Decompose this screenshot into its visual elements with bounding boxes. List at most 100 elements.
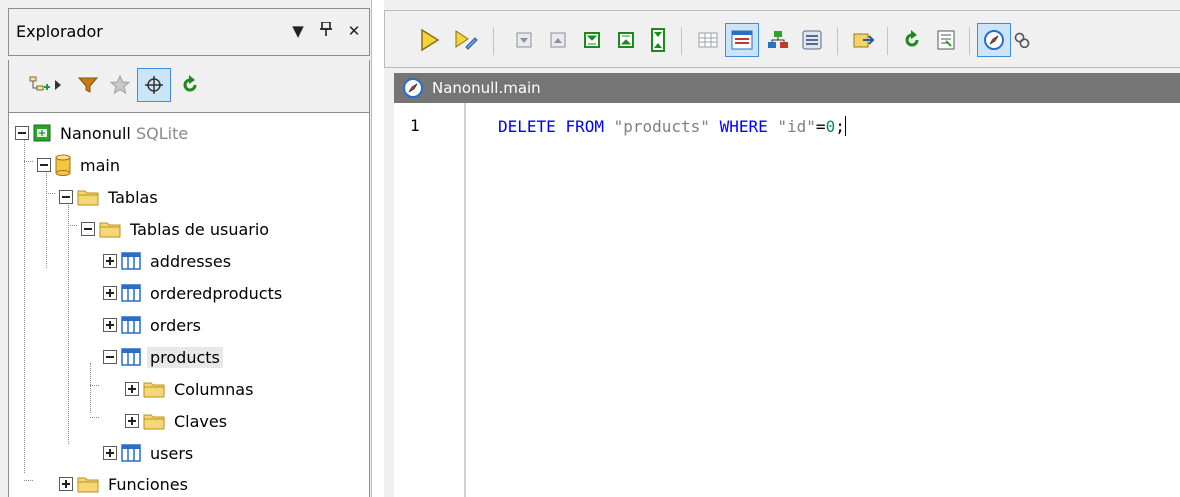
- results-tree-icon[interactable]: [761, 23, 795, 57]
- collapse-icon[interactable]: [103, 350, 117, 364]
- toggle-regions-icon[interactable]: [641, 23, 675, 57]
- expand-icon[interactable]: [103, 286, 117, 300]
- tree-label-orders: orders: [150, 315, 201, 335]
- sql-code-editor[interactable]: 1 DELETE FROM "products" WHERE "id"=0;: [394, 103, 1180, 497]
- folder-icon: [99, 220, 121, 238]
- explorer-titlebar: Explorador ▼ ✕: [8, 8, 370, 56]
- document-tab[interactable]: Nanonull.main: [394, 73, 1180, 103]
- results-list-icon[interactable]: [795, 23, 829, 57]
- sql-editor-toolbar: [384, 10, 1180, 68]
- tree-label-main: main: [80, 155, 120, 175]
- table-icon: [121, 284, 141, 302]
- tree-node-columnas[interactable]: Columnas: [125, 373, 256, 405]
- sql-operator: =: [815, 117, 826, 136]
- expand-icon[interactable]: [103, 254, 117, 268]
- toolbar-separator: [887, 27, 888, 55]
- compass-icon: [402, 77, 424, 99]
- sql-keyword-where: WHERE: [719, 117, 768, 136]
- expand-icon[interactable]: [103, 446, 117, 460]
- editor-area: Nanonull.main 1 DELETE FROM "products" W…: [384, 0, 1180, 497]
- collapse-region-icon[interactable]: [507, 23, 541, 57]
- folder-icon: [77, 188, 99, 206]
- sql-keyword-from: FROM: [565, 117, 604, 136]
- compass-icon[interactable]: [977, 23, 1011, 57]
- tree-label-tablas-usuario: Tablas de usuario: [130, 219, 270, 239]
- text-caret: [844, 116, 846, 136]
- execute-edit-icon[interactable]: [449, 23, 483, 57]
- tree-node-orders[interactable]: orders: [103, 309, 204, 341]
- tree-label-funciones: Funciones: [108, 474, 188, 494]
- tree-node-tablas-usuario[interactable]: Tablas de usuario: [81, 213, 272, 245]
- tree-label-columnas: Columnas: [174, 379, 254, 399]
- tree-node-products[interactable]: products: [103, 341, 223, 373]
- expand-icon[interactable]: [125, 382, 139, 396]
- sql-number: 0: [825, 117, 836, 136]
- tree-node-orderedproducts[interactable]: orderedproducts: [103, 277, 285, 309]
- locate-icon[interactable]: [137, 68, 171, 102]
- expand-icon[interactable]: [125, 414, 139, 428]
- export-icon[interactable]: [847, 23, 881, 57]
- collapse-icon[interactable]: [59, 190, 73, 204]
- tree-guide-line: [46, 168, 47, 268]
- collapse-icon[interactable]: [37, 158, 51, 172]
- collapse-icon[interactable]: [81, 222, 95, 236]
- tree-node-connection[interactable]: Nanonull SQLite: [15, 117, 191, 149]
- tree-node-funciones[interactable]: Funciones: [59, 468, 191, 497]
- table-icon: [121, 348, 141, 366]
- expand-icon[interactable]: [59, 477, 73, 491]
- tree-label-orderedproducts: orderedproducts: [150, 283, 283, 303]
- refresh-icon[interactable]: [173, 68, 207, 102]
- table-icon: [121, 252, 141, 270]
- collapse-icon[interactable]: [15, 126, 29, 140]
- connection-label: Nanonull: [60, 123, 131, 143]
- tree-guide-line: [90, 417, 99, 418]
- sql-column-name: "id": [777, 117, 816, 136]
- document-tab-title: Nanonull.main: [432, 79, 541, 97]
- execute-icon[interactable]: [413, 23, 447, 57]
- table-icon: [121, 316, 141, 334]
- collapse-all-icon[interactable]: [575, 23, 609, 57]
- code-line[interactable]: DELETE FROM "products" WHERE "id"=0;: [498, 116, 846, 136]
- tree-label-users: users: [150, 443, 194, 463]
- tree-node-tablas[interactable]: Tablas: [59, 181, 161, 213]
- pin-icon[interactable]: [315, 19, 337, 43]
- tree-guide-line: [46, 193, 55, 194]
- database-icon: [55, 154, 71, 176]
- tree-guide-line: [90, 385, 99, 386]
- sql-semicolon: ;: [835, 117, 845, 136]
- tree-node-addresses[interactable]: addresses: [103, 245, 234, 277]
- sql-keyword-delete: DELETE: [498, 117, 556, 136]
- dropdown-icon[interactable]: ▼: [287, 19, 309, 43]
- tree-guide-line: [68, 202, 69, 444]
- expand-region-icon[interactable]: [541, 23, 575, 57]
- tree-label-tablas: Tablas: [108, 187, 158, 207]
- properties-icon[interactable]: [929, 23, 963, 57]
- refresh-icon[interactable]: [895, 23, 929, 57]
- options-icon[interactable]: [1013, 23, 1031, 57]
- expand-icon[interactable]: [103, 318, 117, 332]
- toolbar-arrow-icon[interactable]: [51, 68, 65, 102]
- tree-node-users[interactable]: users: [103, 437, 196, 469]
- sqlite-connection-icon: [33, 124, 51, 142]
- tree-node-claves[interactable]: Claves: [125, 405, 230, 437]
- explorer-panel: Explorador ▼ ✕ Nanonull SQLite main Tabl…: [0, 0, 372, 497]
- favorites-icon[interactable]: [103, 68, 137, 102]
- grid-view-icon[interactable]: [691, 23, 725, 57]
- tree-guide-line: [68, 225, 77, 226]
- close-icon[interactable]: ✕: [343, 19, 365, 43]
- tree-guide-line: [90, 363, 91, 413]
- explorer-title: Explorador: [16, 22, 103, 41]
- line-number: 1: [410, 116, 420, 135]
- folder-icon: [143, 412, 165, 430]
- tree-guide-line: [24, 480, 33, 481]
- toolbar-separator: [837, 27, 838, 55]
- tree-guide-line: [24, 135, 25, 473]
- table-icon: [121, 444, 141, 462]
- tree-node-main[interactable]: main: [37, 149, 123, 181]
- folder-icon: [77, 475, 99, 493]
- text-view-icon[interactable]: [725, 23, 759, 57]
- line-number-gutter: 1: [394, 103, 466, 497]
- expand-all-icon[interactable]: [609, 23, 643, 57]
- sql-table-name: "products": [613, 117, 710, 136]
- filter-icon[interactable]: [71, 68, 105, 102]
